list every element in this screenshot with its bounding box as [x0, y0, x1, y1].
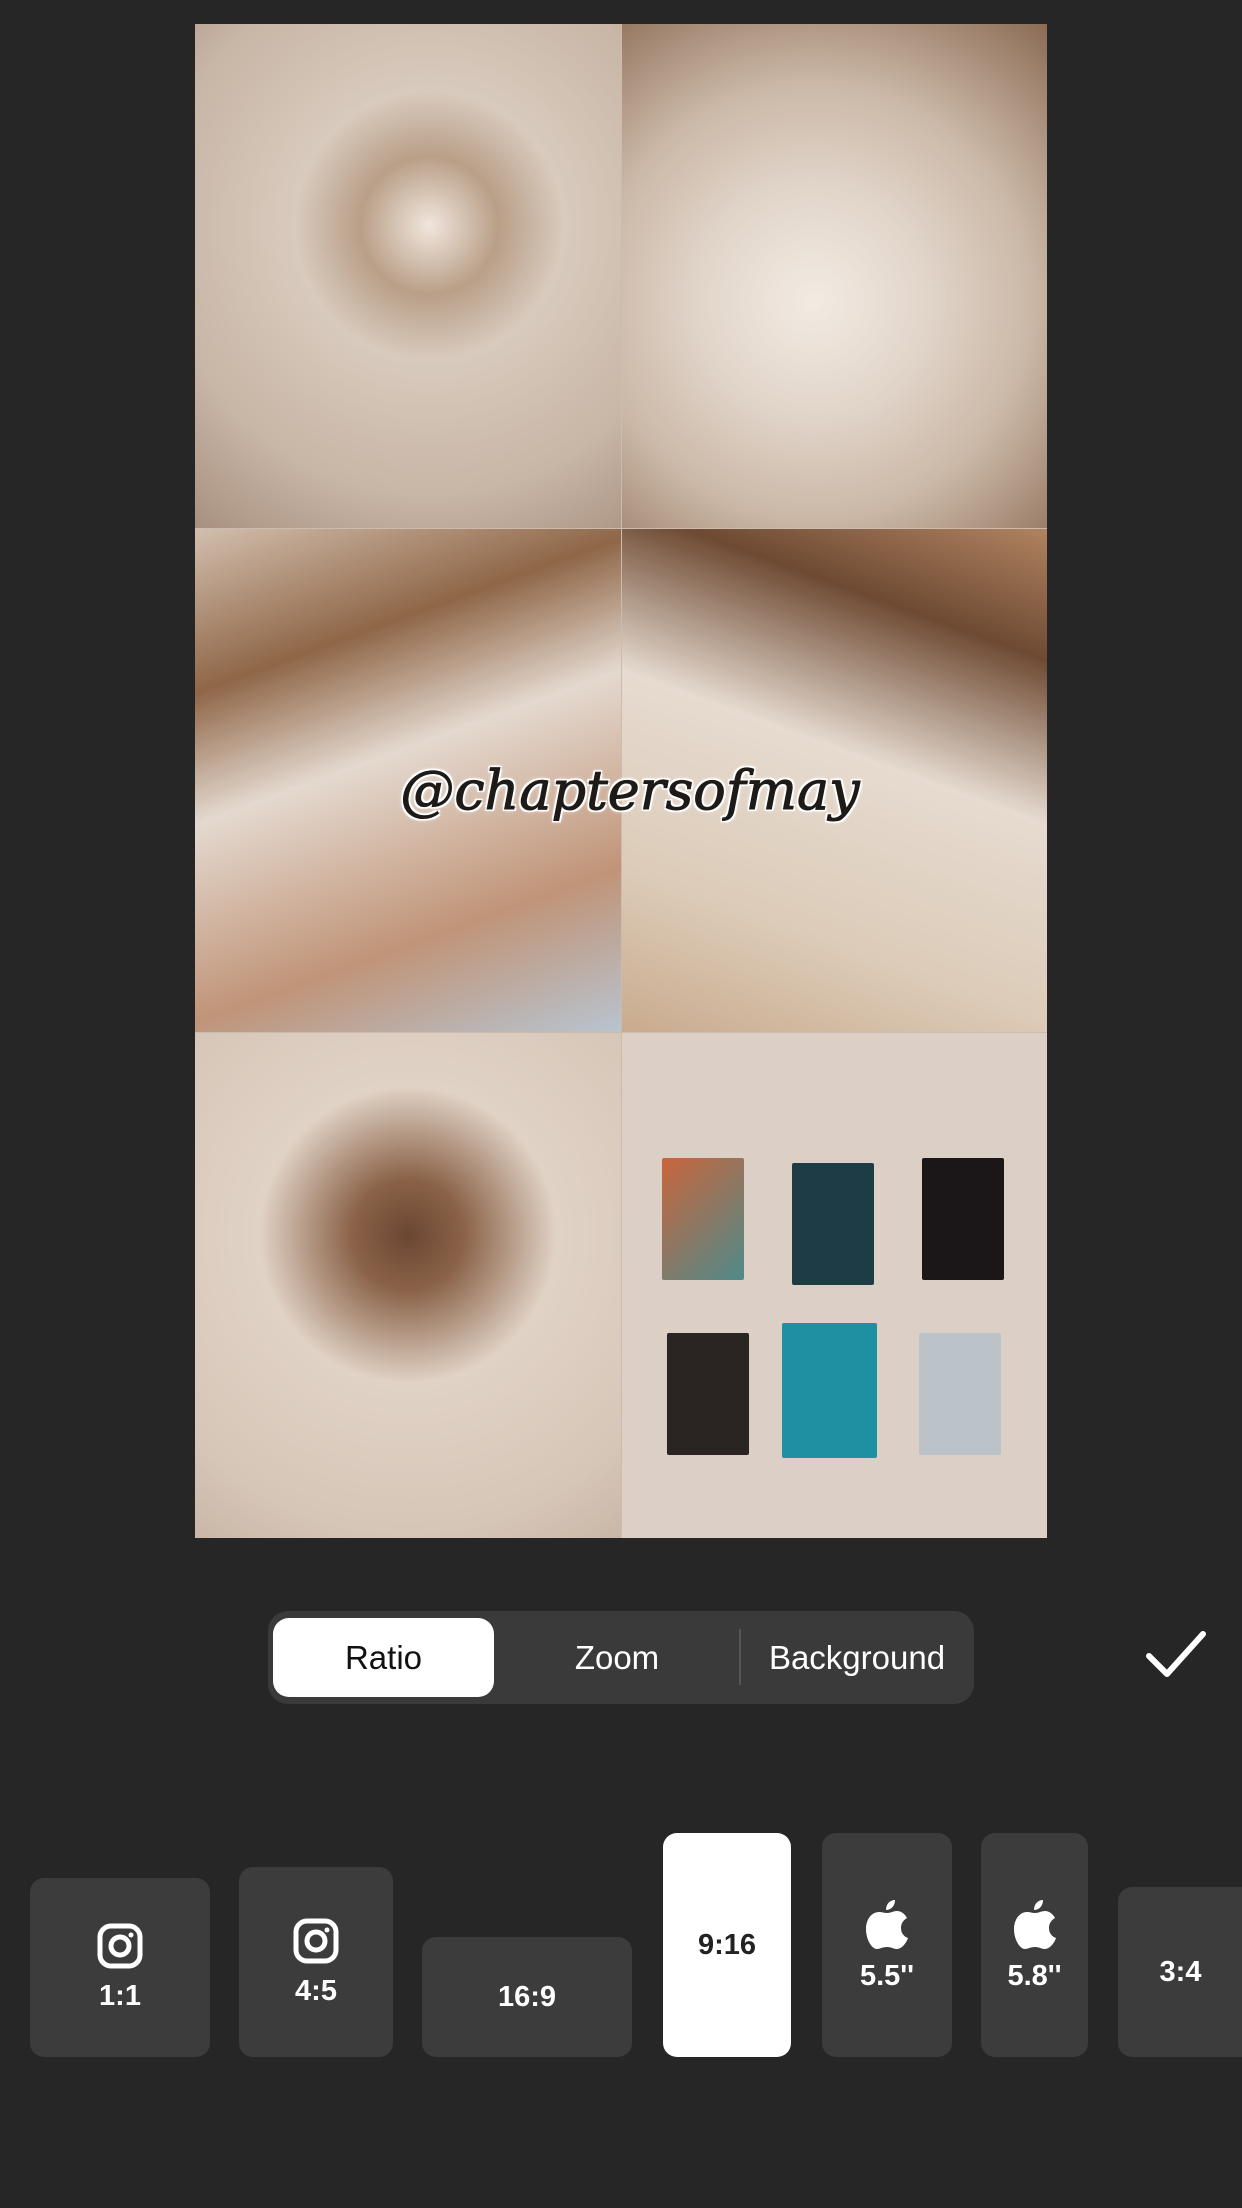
ratio-label: 9:16	[697, 1928, 757, 1961]
book-cover	[667, 1333, 749, 1455]
segment-divider	[739, 1629, 741, 1685]
ratio-16-9-button[interactable]: 16:9	[422, 1937, 632, 2057]
photo-5[interactable]	[195, 1033, 621, 1538]
book-cover	[782, 1323, 877, 1458]
ratio-label: 1:1	[99, 1980, 141, 2012]
checkmark-icon[interactable]	[1145, 1628, 1207, 1680]
instagram-icon	[293, 1918, 339, 1963]
ratio-label: 4:5	[295, 1974, 337, 2007]
ratio-4-5-button[interactable]: 4:5	[239, 1867, 393, 2057]
instagram-icon	[97, 1923, 143, 1969]
apple-icon	[1013, 1899, 1056, 1949]
ratio-label: 16:9	[497, 1980, 557, 2013]
watermark-text: @chaptersofmay	[400, 759, 860, 823]
tab-ratio[interactable]: Ratio	[273, 1618, 494, 1697]
ratio-9-16-button[interactable]: 9:16	[663, 1833, 791, 2057]
ratio-5-5-inch-button[interactable]: 5.5''	[822, 1833, 952, 2057]
book-cover	[922, 1158, 1004, 1280]
book-cover	[662, 1158, 744, 1280]
tab-background[interactable]: Background	[743, 1618, 971, 1697]
edit-mode-segmented-control: Ratio Zoom Background	[268, 1611, 974, 1704]
book-cover	[919, 1333, 1001, 1455]
ratio-label: 5.5''	[859, 1959, 915, 1992]
apple-icon	[866, 1899, 908, 1949]
book-cover	[792, 1163, 874, 1285]
collage-canvas[interactable]: @chaptersofmay	[195, 24, 1047, 1538]
photo-2[interactable]	[622, 24, 1047, 528]
photo-6[interactable]	[622, 1033, 1047, 1538]
ratio-label: 5.8''	[1007, 1959, 1062, 1992]
ratio-5-8-inch-button[interactable]: 5.8''	[981, 1833, 1088, 2057]
photo-1[interactable]	[195, 24, 621, 528]
ratio-label: 3:4	[1159, 1955, 1202, 1988]
tab-zoom[interactable]: Zoom	[498, 1618, 736, 1697]
ratio-3-4-button[interactable]: 3:4	[1118, 1887, 1242, 2057]
ratio-1-1-button[interactable]: 1:1	[30, 1878, 210, 2057]
